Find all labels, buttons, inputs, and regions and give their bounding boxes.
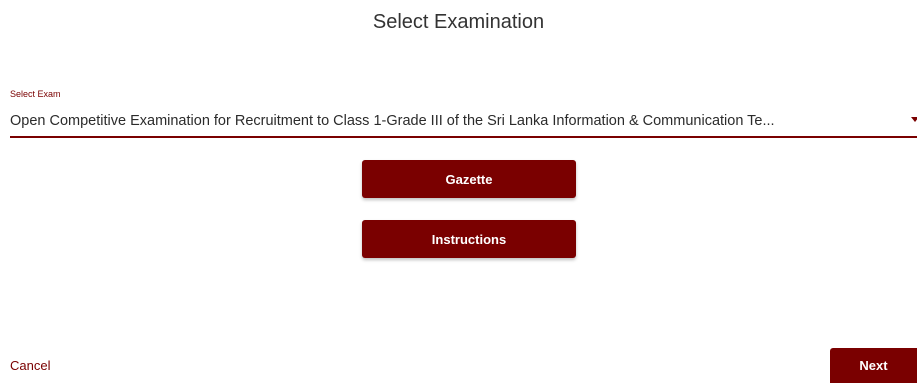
selected-exam-value: Open Competitive Examination for Recruit… [10, 113, 775, 129]
dialog-title: Select Examination [372, 11, 545, 33]
select-examination-dialog: Select Examination Select Exam Open Comp… [0, 0, 917, 383]
select-exam-dropdown[interactable]: Open Competitive Examination for Recruit… [10, 104, 917, 138]
instructions-button[interactable]: Instructions [362, 220, 576, 258]
next-button[interactable]: Next [830, 348, 917, 383]
cancel-button[interactable]: Cancel [10, 357, 50, 375]
caret-down-icon[interactable] [911, 117, 917, 122]
gazette-button[interactable]: Gazette [362, 160, 576, 198]
select-exam-label: Select Exam [10, 89, 61, 99]
